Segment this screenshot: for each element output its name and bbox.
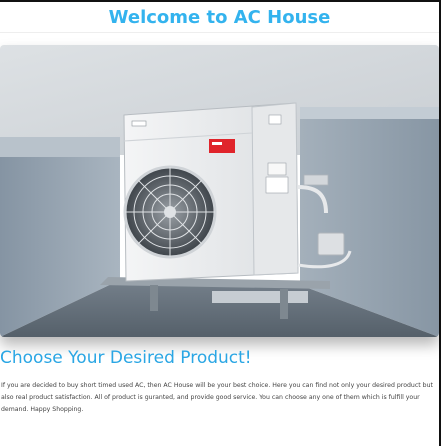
hero-image xyxy=(0,45,439,337)
bracket-leg-left xyxy=(150,285,158,311)
right-wall-cap xyxy=(300,107,439,119)
brand-sticker xyxy=(209,139,235,153)
left-wall-cap xyxy=(0,137,120,157)
bracket-stand xyxy=(212,291,308,303)
section-heading: Choose Your Desired Product! xyxy=(0,348,252,368)
page-frame: Welcome to AC House Choose Your Desired … xyxy=(0,0,441,446)
ac-unit-illustration xyxy=(0,45,439,337)
bracket-leg-right xyxy=(280,289,288,319)
valve-box xyxy=(317,232,345,256)
site-title: Welcome to AC House xyxy=(108,6,331,28)
section-description: If you are decided to buy short timed us… xyxy=(1,382,433,413)
site-header: Welcome to AC House xyxy=(0,2,439,33)
